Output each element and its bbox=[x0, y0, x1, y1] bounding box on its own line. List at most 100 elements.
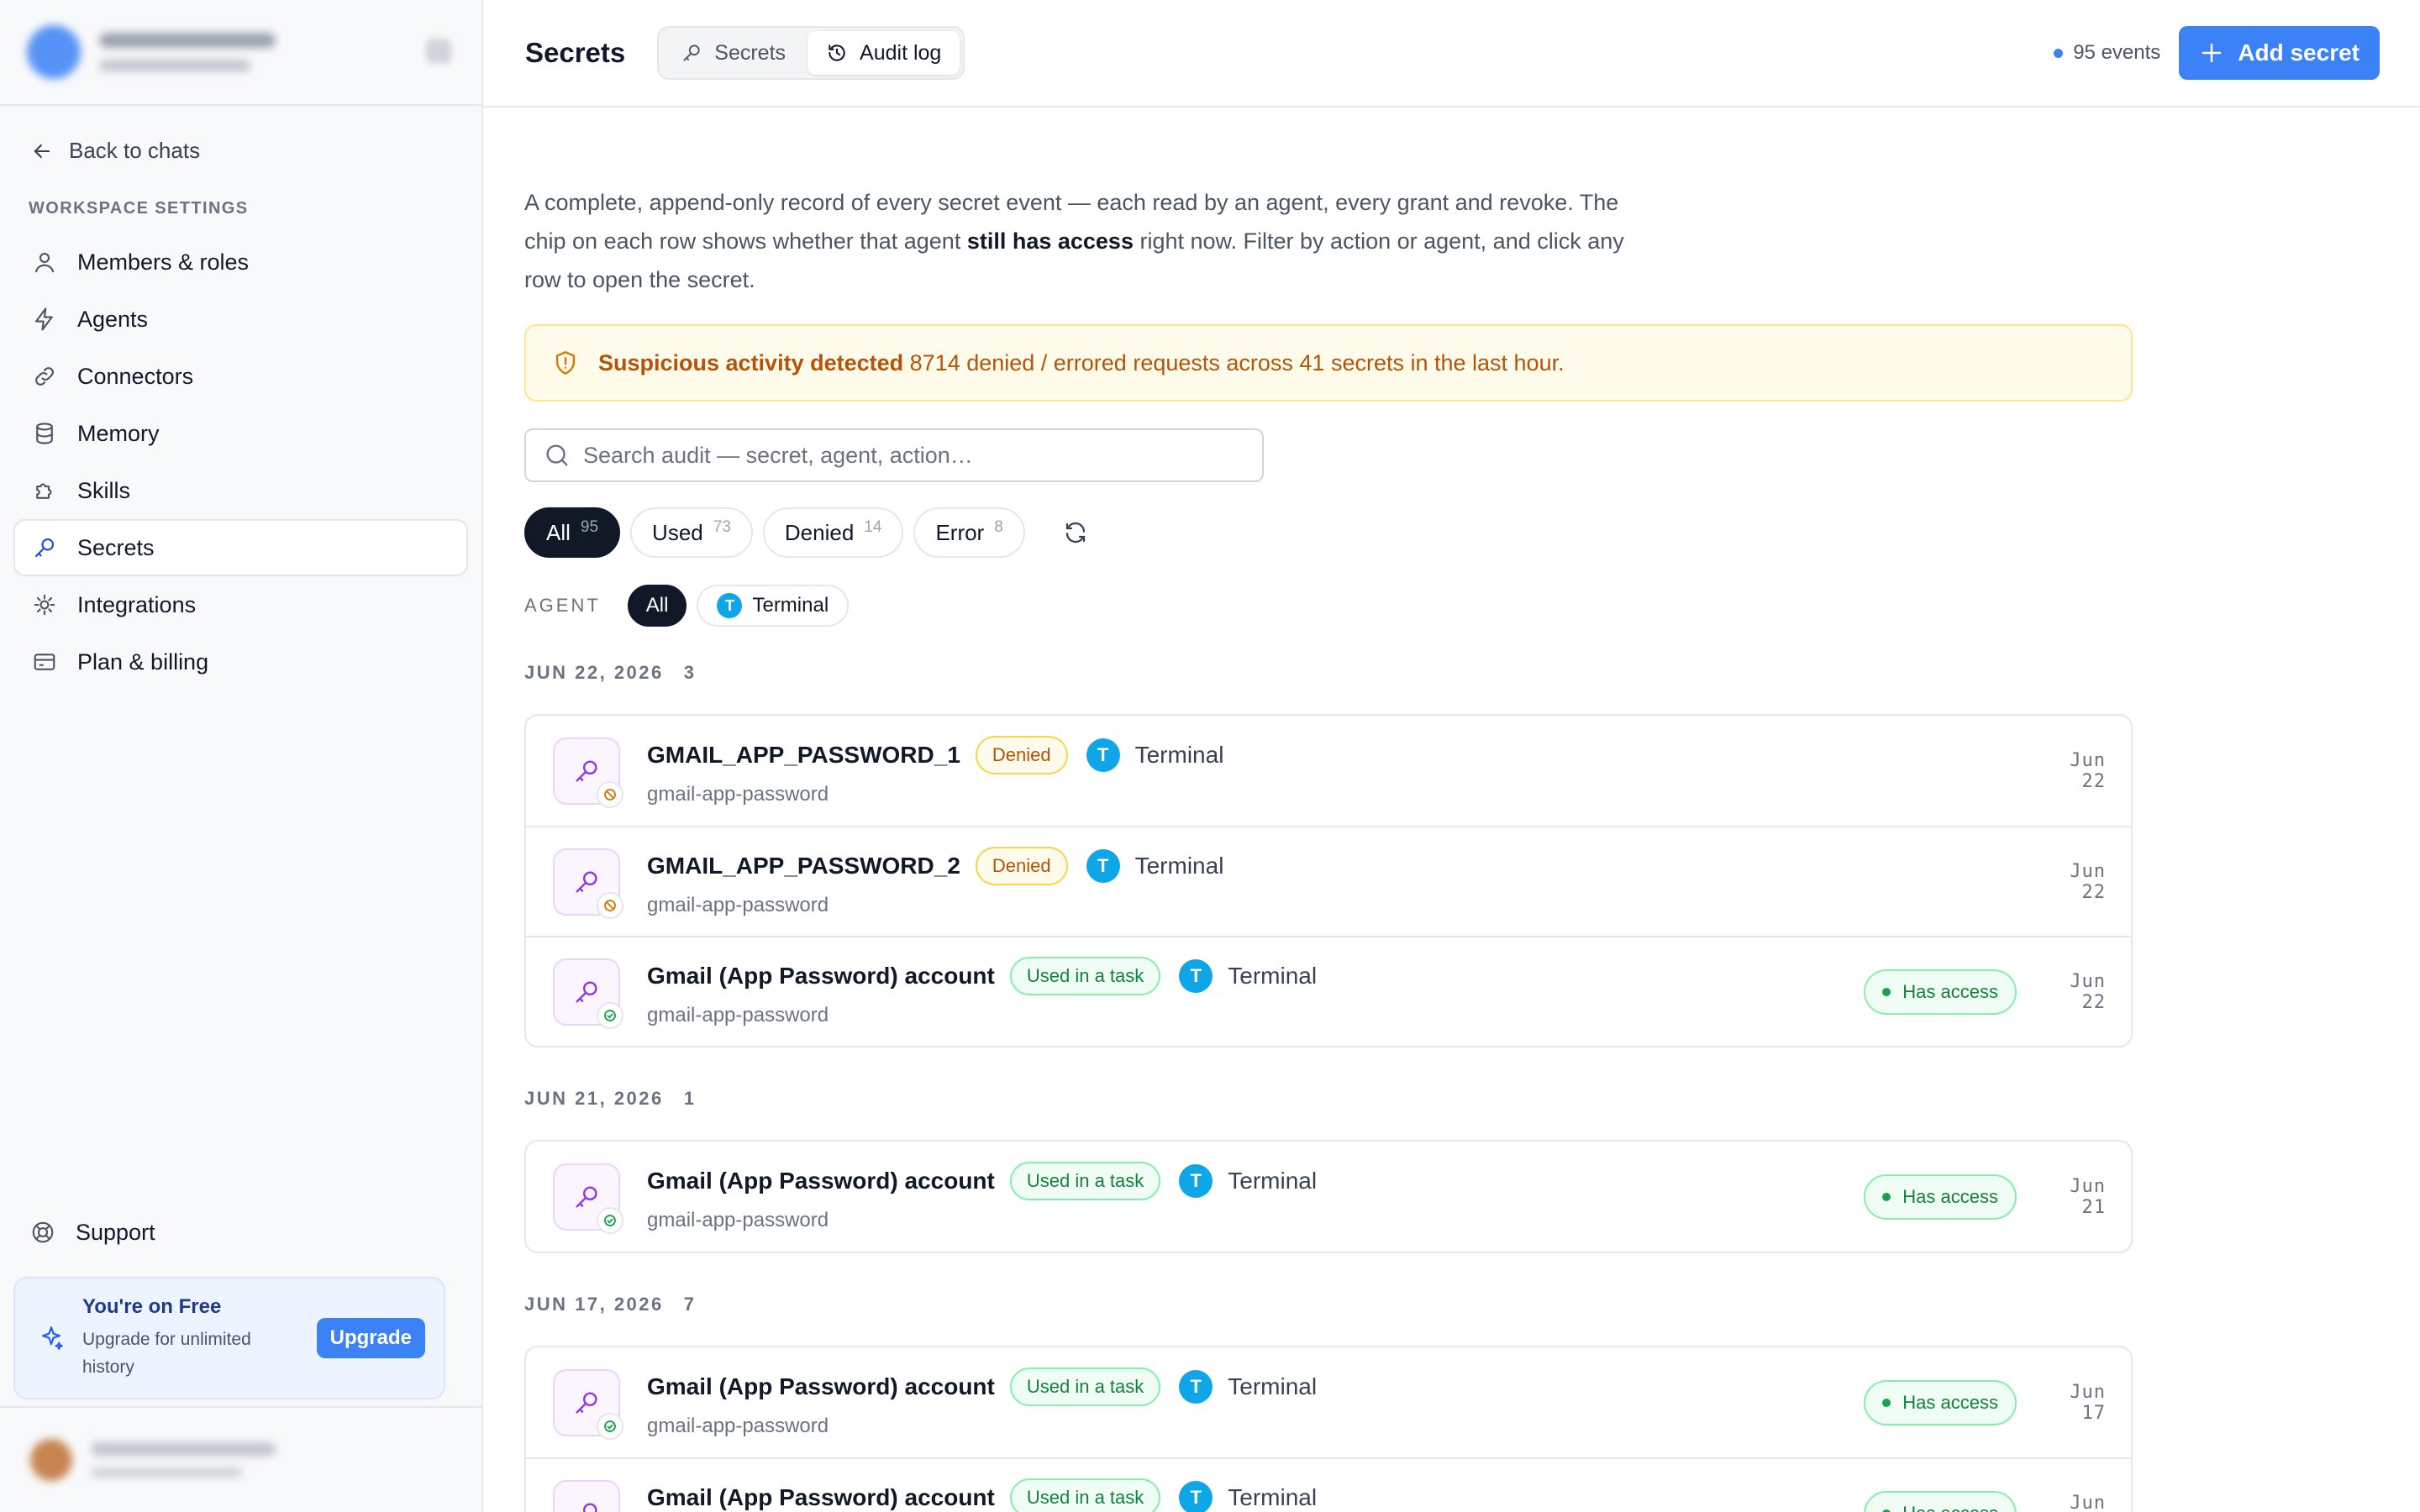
secret-slug: gmail-app-password bbox=[647, 782, 829, 806]
agent-name: Terminal bbox=[1228, 962, 1318, 989]
workspace-settings-label: WORKSPACE SETTINGS bbox=[29, 199, 249, 218]
back-to-chats-link[interactable]: Back to chats bbox=[30, 138, 481, 164]
agent-tag: T Terminal bbox=[1179, 1480, 1317, 1512]
audit-list: GMAIL_APP_PASSWORD_1 Denied T Terminal g… bbox=[524, 714, 2133, 1047]
agent-badge: T bbox=[1086, 738, 1120, 772]
sidebar-item-label: Secrets bbox=[77, 534, 155, 560]
refresh-icon bbox=[1065, 522, 1085, 543]
plan-subtitle: Upgrade for unlimited history bbox=[82, 1330, 251, 1377]
secret-name: GMAIL_APP_PASSWORD_2 bbox=[647, 852, 960, 879]
lifebuoy-icon bbox=[32, 1221, 54, 1243]
sidebar-item-memory[interactable]: Memory bbox=[13, 405, 468, 462]
secret-key-tile bbox=[553, 1163, 623, 1234]
audit-log-view: A complete, append-only record of every … bbox=[483, 183, 2420, 1512]
support-label: Support bbox=[76, 1219, 155, 1245]
access-badge: Has access bbox=[1864, 1490, 2017, 1512]
page-header: Secrets Secrets Audit log 95 events Add … bbox=[483, 0, 2420, 108]
tab-audit-log[interactable]: Audit log bbox=[808, 31, 960, 75]
tab-secrets[interactable]: Secrets bbox=[662, 31, 804, 75]
sidebar-item-label: Members & roles bbox=[77, 249, 250, 275]
search-input[interactable] bbox=[583, 442, 1245, 469]
filter-denied[interactable]: Denied 14 bbox=[762, 507, 904, 558]
secret-slug: gmail-app-password bbox=[647, 1003, 829, 1026]
shield-alert-icon bbox=[555, 351, 576, 375]
event-date: Jun 22 bbox=[2070, 860, 2106, 903]
sidebar-item-secrets[interactable]: Secrets bbox=[13, 519, 468, 576]
sidebar-item-label: Agents bbox=[77, 306, 149, 332]
puzzle-icon bbox=[36, 483, 52, 499]
audit-row[interactable]: Gmail (App Password) account Used in a t… bbox=[526, 1347, 2131, 1457]
group-count: 7 bbox=[683, 1294, 697, 1315]
add-secret-button[interactable]: Add secret bbox=[2179, 26, 2380, 80]
sidebar: Back to chats WORKSPACE SETTINGS Members… bbox=[0, 0, 483, 1512]
agent-name: Terminal bbox=[1228, 1167, 1318, 1194]
audit-search[interactable] bbox=[524, 428, 1264, 482]
agent-badge: T bbox=[1179, 1369, 1213, 1404]
key-icon bbox=[576, 980, 597, 1003]
sidebar-item-label: Memory bbox=[77, 420, 160, 446]
agent-tag: T Terminal bbox=[1086, 848, 1224, 883]
user-menu[interactable] bbox=[0, 1406, 481, 1512]
refresh-button[interactable] bbox=[1055, 512, 1096, 553]
support-link[interactable]: Support bbox=[13, 1204, 468, 1261]
status-badge: Denied bbox=[975, 735, 1068, 774]
sidebar-item-billing[interactable]: Plan & billing bbox=[13, 633, 468, 690]
tab-label: Secrets bbox=[714, 40, 786, 65]
plan-title: You're on Free bbox=[82, 1295, 222, 1318]
agent-tag: T Terminal bbox=[1179, 1369, 1318, 1404]
filter-label: Denied bbox=[784, 519, 855, 545]
filter-used[interactable]: Used 73 bbox=[630, 507, 753, 558]
sidebar-item-connectors[interactable]: Connectors bbox=[13, 348, 468, 405]
agent-filter-terminal[interactable]: T Terminal bbox=[697, 585, 850, 627]
denied-indicator bbox=[597, 780, 623, 808]
audit-row[interactable]: Gmail (App Password) account Used in a t… bbox=[526, 936, 2131, 1046]
filter-count: 14 bbox=[864, 518, 882, 536]
access-dot-icon bbox=[1882, 1192, 1891, 1201]
access-dot-icon bbox=[1882, 1398, 1891, 1407]
sparkle-icon bbox=[41, 1326, 63, 1350]
secret-name: Gmail (App Password) account bbox=[647, 1483, 995, 1510]
agent-name: Terminal bbox=[1228, 1373, 1318, 1399]
audit-row[interactable]: GMAIL_APP_PASSWORD_1 Denied T Terminal g… bbox=[526, 716, 2131, 826]
plug-icon bbox=[34, 594, 55, 616]
audit-list: Gmail (App Password) account Used in a t… bbox=[524, 1346, 2133, 1512]
sidebar-item-integrations[interactable]: Integrations bbox=[13, 576, 468, 633]
link-icon bbox=[35, 367, 54, 386]
workspace-chevron-icon[interactable] bbox=[426, 39, 451, 64]
access-label: Has access bbox=[1902, 980, 1998, 1002]
secret-slug: gmail-app-password bbox=[647, 893, 829, 916]
sidebar-item-agents[interactable]: Agents bbox=[13, 291, 468, 348]
key-icon bbox=[576, 1185, 597, 1208]
access-badge: Has access bbox=[1864, 1173, 2017, 1220]
key-icon bbox=[34, 538, 55, 558]
audit-row[interactable]: Gmail (App Password) account Used in a t… bbox=[526, 1457, 2131, 1512]
audit-row[interactable]: GMAIL_APP_PASSWORD_2 Denied T Terminal g… bbox=[526, 826, 2131, 936]
group-date: JUN 21, 2026 bbox=[524, 1088, 664, 1109]
sidebar-item-label: Connectors bbox=[77, 363, 194, 389]
upgrade-button[interactable]: Upgrade bbox=[316, 1318, 425, 1358]
back-label: Back to chats bbox=[69, 138, 201, 163]
sidebar-item-label: Integrations bbox=[77, 591, 197, 617]
key-icon bbox=[576, 1391, 597, 1414]
key-icon bbox=[683, 45, 700, 61]
events-count: 95 events bbox=[2054, 41, 2160, 65]
user-name-blurred bbox=[91, 1442, 276, 1478]
sidebar-item-label: Plan & billing bbox=[77, 648, 209, 675]
filter-all[interactable]: All 95 bbox=[524, 507, 621, 558]
alert-title: Suspicious activity detected bbox=[598, 349, 904, 375]
agent-name: Terminal bbox=[1134, 852, 1224, 879]
secret-name: Gmail (App Password) account bbox=[647, 1373, 995, 1399]
audit-row[interactable]: Gmail (App Password) account Used in a t… bbox=[526, 1142, 2131, 1252]
sidebar-item-skills[interactable]: Skills bbox=[13, 462, 468, 519]
access-dot-icon bbox=[1882, 1509, 1891, 1512]
sidebar-item-members[interactable]: Members & roles bbox=[13, 234, 468, 291]
key-icon bbox=[576, 759, 597, 782]
agent-badge: T bbox=[1179, 1480, 1213, 1512]
agent-filter-all[interactable]: All bbox=[627, 585, 687, 627]
description-emphasis: still has access bbox=[966, 228, 1134, 254]
filter-error[interactable]: Error 8 bbox=[913, 507, 1025, 558]
ban-icon bbox=[604, 899, 616, 911]
search-icon bbox=[546, 444, 568, 466]
workspace-switcher[interactable] bbox=[0, 0, 481, 106]
date-group-header: JUN 21, 2026 1 bbox=[524, 1088, 2420, 1110]
